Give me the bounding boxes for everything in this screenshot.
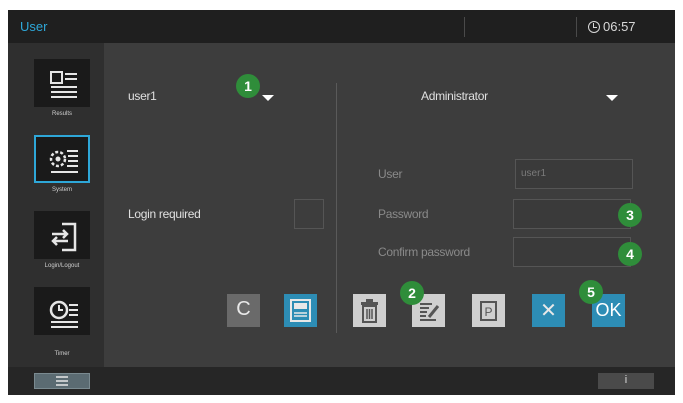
role-select-value: Administrator: [421, 89, 488, 103]
rename-icon: P: [480, 301, 497, 321]
confirm-password-field[interactable]: [513, 237, 631, 267]
callout-badge-3: 3: [618, 203, 642, 227]
login-required-checkbox[interactable]: [294, 199, 324, 229]
page-title: User: [20, 19, 48, 34]
sidebar-item-login-logout[interactable]: [34, 211, 90, 259]
save-button[interactable]: [284, 294, 317, 327]
timer-icon: [49, 300, 78, 328]
role-select-dropdown-icon[interactable]: [606, 95, 618, 101]
password-label: Password: [378, 207, 429, 221]
device-frame: User 06:57 Results System Login/Logout T…: [0, 0, 683, 403]
sidebar-item-label: Timer: [54, 351, 70, 357]
delete-button[interactable]: [353, 294, 386, 327]
cancel-button-label: ✕: [540, 300, 557, 322]
callout-badge-5: 5: [579, 280, 603, 304]
ok-button-label: OK: [595, 300, 622, 320]
user-select-value: user1: [128, 89, 157, 103]
rename-button[interactable]: P: [472, 294, 505, 327]
login-logout-icon: [51, 222, 77, 252]
callout-badge-2: 2: [400, 281, 424, 305]
sidebar-item-system[interactable]: [34, 135, 90, 183]
confirm-password-label: Confirm password: [378, 245, 470, 259]
user-field: user1: [515, 159, 633, 189]
trash-icon: [361, 299, 378, 323]
hamburger-icon: [56, 376, 68, 386]
results-icon: [50, 71, 77, 98]
sidebar-item-timer[interactable]: [34, 287, 90, 335]
top-bar: User 06:57: [8, 10, 675, 43]
info-button[interactable]: i: [598, 373, 654, 389]
password-field[interactable]: [513, 199, 631, 229]
user-select-dropdown-icon[interactable]: [262, 95, 274, 101]
user-settings-panel: user1 Login required Administrator User …: [104, 43, 675, 367]
clear-button-label: C: [236, 298, 251, 320]
callout-badge-4: 4: [618, 242, 642, 266]
sidebar-item-results[interactable]: [34, 59, 90, 107]
menu-button[interactable]: [34, 373, 90, 389]
separator: [464, 17, 465, 37]
user-label: User: [378, 167, 403, 181]
clock-time: 06:57: [603, 19, 636, 34]
system-icon: [49, 150, 78, 173]
info-icon: i: [624, 374, 628, 386]
sidebar-item-label: Login/Logout: [44, 263, 80, 269]
screen: User 06:57 Results System Login/Logout T…: [8, 10, 675, 395]
clock: 06:57: [588, 19, 636, 34]
login-required-label: Login required: [128, 207, 201, 221]
sidebar-item-label: System: [51, 187, 72, 193]
separator: [576, 17, 577, 37]
user-field-value: user1: [521, 168, 547, 179]
bottom-bar: i: [8, 367, 675, 395]
sidebar-item-label: Results: [51, 111, 72, 117]
callout-badge-1: 1: [236, 74, 260, 98]
cancel-button[interactable]: ✕: [532, 294, 565, 327]
clear-button[interactable]: C: [227, 294, 260, 327]
svg-text:P: P: [484, 305, 492, 319]
sidebar: Results System Login/Logout Timer: [8, 43, 104, 367]
save-icon: [290, 299, 311, 322]
panel-divider: [336, 83, 337, 333]
clock-icon: [588, 20, 600, 33]
